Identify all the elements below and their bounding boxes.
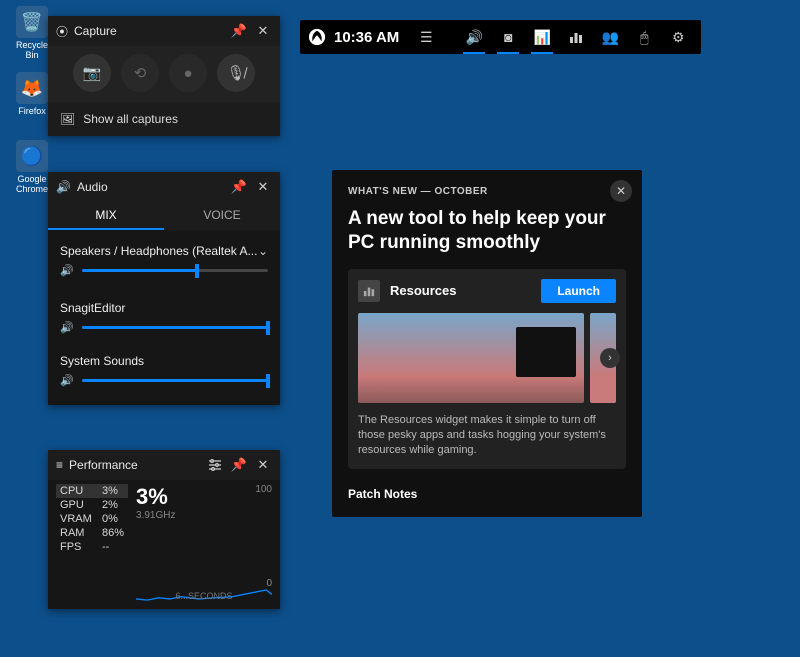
perf-row-gpu[interactable]: GPU2% [56, 498, 128, 512]
firefox-icon: 🦊 [16, 72, 48, 104]
popup-caption: WHAT'S NEW — OCTOBER [348, 186, 626, 197]
screenshot-preview[interactable] [358, 313, 584, 403]
performance-title: Performance [69, 458, 200, 472]
audio-icon[interactable]: 🔊 [459, 20, 489, 54]
audio-body: Speakers / Headphones (Realtek A... ⌄ 🔊 … [48, 230, 280, 405]
desktop-icon-recycle[interactable]: 🗑️ Recycle Bin [12, 6, 52, 60]
perf-row-fps[interactable]: FPS-- [56, 540, 128, 554]
speaker-icon: 🔊 [60, 321, 74, 334]
perf-frequency: 3.91GHz [136, 510, 272, 521]
record-icon: ● [183, 65, 192, 82]
pin-icon[interactable]: 📌 [230, 178, 248, 196]
perf-chart: 6...SECONDS [136, 531, 272, 601]
audio-title: Audio [77, 180, 224, 194]
perf-row-cpu[interactable]: CPU3% [56, 484, 128, 498]
device-volume-row: 🔊 [60, 262, 268, 283]
xbox-icon[interactable] [308, 28, 326, 46]
patch-notes-link[interactable]: Patch Notes [348, 487, 626, 501]
mic-off-icon: 🎙︎̸ [226, 64, 245, 82]
pin-icon[interactable]: 📌 [230, 22, 248, 40]
clock: 10:36 AM [330, 29, 407, 46]
app-volume-row: SnagitEditor [60, 283, 268, 319]
xbox-social-icon[interactable]: 👥 [595, 20, 625, 54]
capture-icon: ⦿ [56, 23, 68, 40]
camera-icon: 📷 [83, 64, 102, 82]
performance-icon[interactable]: 📊 [527, 20, 557, 54]
app-volume-row: System Sounds [60, 340, 268, 372]
capture-header: ⦿ Capture 📌 ✕ [48, 16, 280, 46]
snagit-volume-slider[interactable] [82, 326, 268, 329]
close-button[interactable]: ✕ [610, 180, 632, 202]
app-name: System Sounds [60, 354, 144, 368]
settings-icon[interactable]: ⚙ [663, 20, 693, 54]
app-name: SnagitEditor [60, 301, 125, 315]
record-last-button[interactable]: ⟲ [121, 54, 159, 92]
carousel-next-button[interactable]: › [600, 348, 620, 368]
launch-button[interactable]: Launch [541, 279, 616, 303]
card-description: The Resources widget makes it simple to … [358, 413, 616, 459]
performance-header: ≡ Performance 📌 ✕ [48, 450, 280, 480]
audio-header: 🔊 Audio 📌 ✕ [48, 172, 280, 202]
app-volume-slider-row: 🔊 [60, 372, 268, 393]
close-icon[interactable]: ✕ [254, 22, 272, 40]
tab-voice[interactable]: VOICE [164, 202, 280, 230]
speaker-icon: 🔊 [60, 374, 74, 387]
output-device-label: Speakers / Headphones (Realtek A... [60, 244, 257, 258]
gallery-icon: 🖼 [60, 112, 75, 126]
speaker-icon: 🔊 [60, 264, 74, 277]
perf-row-vram[interactable]: VRAM0% [56, 512, 128, 526]
device-volume-slider[interactable] [82, 269, 268, 272]
performance-body: CPU3% GPU2% VRAM0% RAM86% FPS-- 3% 3.91G… [48, 480, 280, 609]
desktop-icon-label: Recycle Bin [12, 40, 52, 60]
perf-axis-min: 0 [266, 578, 272, 589]
performance-widget: ≡ Performance 📌 ✕ CPU3% GPU2% VRAM0% RAM… [48, 450, 280, 609]
capture-body: 📷 ⟲ ● 🎙︎̸ [48, 46, 280, 102]
audio-widget: 🔊 Audio 📌 ✕ MIX VOICE Speakers / Headpho… [48, 172, 280, 405]
recycle-bin-icon: 🗑️ [16, 6, 48, 38]
perf-metrics-list: CPU3% GPU2% VRAM0% RAM86% FPS-- [56, 484, 128, 601]
desktop-icon-chrome[interactable]: 🔵 Google Chrome [12, 140, 52, 194]
audio-tabs: MIX VOICE [48, 202, 280, 230]
resources-icon[interactable] [561, 20, 591, 54]
record-button[interactable]: ● [169, 54, 207, 92]
desktop-icon-firefox[interactable]: 🦊 Firefox [12, 72, 52, 116]
performance-icon: ≡ [56, 458, 63, 472]
tab-mix[interactable]: MIX [48, 202, 164, 230]
game-bar-topbar: 10:36 AM ☰ 🔊 ◙ 📊 👥 🖱 ⚙ [300, 20, 701, 54]
perf-axis-time: 6...SECONDS [176, 591, 233, 601]
perf-row-ram[interactable]: RAM86% [56, 526, 128, 540]
card-title: Resources [390, 283, 531, 298]
feature-card: Resources Launch › The Resources widget … [348, 269, 626, 469]
desktop-icon-label: Google Chrome [12, 174, 52, 194]
app-volume-slider-row: 🔊 [60, 319, 268, 340]
options-icon[interactable] [206, 456, 224, 474]
output-device-row[interactable]: Speakers / Headphones (Realtek A... ⌄ [60, 236, 268, 262]
widgets-menu-icon[interactable]: ☰ [411, 20, 441, 54]
capture-widget: ⦿ Capture 📌 ✕ 📷 ⟲ ● 🎙︎̸ 🖼 Show all captu… [48, 16, 280, 136]
system-volume-slider[interactable] [82, 379, 268, 382]
mic-toggle-button[interactable]: 🎙︎̸ [217, 54, 255, 92]
mouse-icon[interactable]: 🖱 [629, 20, 659, 54]
capture-title: Capture [74, 24, 224, 38]
resources-icon [358, 280, 380, 302]
pin-icon[interactable]: 📌 [230, 456, 248, 474]
screenshot-carousel: › [358, 313, 616, 403]
show-all-label: Show all captures [83, 112, 178, 126]
perf-chart-area: 3% 3.91GHz 100 6...SECONDS 0 [136, 484, 272, 601]
card-header: Resources Launch [358, 279, 616, 303]
perf-axis-max: 100 [255, 484, 272, 495]
close-icon[interactable]: ✕ [254, 456, 272, 474]
chrome-icon: 🔵 [16, 140, 48, 172]
whats-new-popup: ✕ WHAT'S NEW — OCTOBER A new tool to hel… [332, 170, 642, 517]
speaker-icon: 🔊 [56, 180, 71, 194]
chevron-down-icon: ⌄ [258, 244, 268, 258]
close-icon[interactable]: ✕ [254, 178, 272, 196]
screenshot-button[interactable]: 📷 [73, 54, 111, 92]
desktop-icon-label: Firefox [12, 106, 52, 116]
capture-icon[interactable]: ◙ [493, 20, 523, 54]
record-clip-icon: ⟲ [134, 64, 147, 82]
popup-headline: A new tool to help keep your PC running … [348, 207, 626, 255]
perf-current-value: 3% [136, 484, 272, 510]
show-all-captures[interactable]: 🖼 Show all captures [48, 102, 280, 136]
